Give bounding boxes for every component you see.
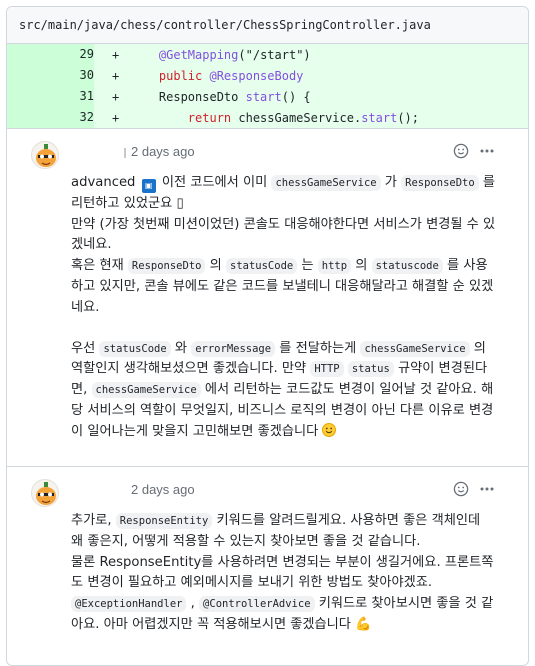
- inline-code: ResponseDto: [127, 258, 206, 275]
- inline-code: ResponseDto: [401, 175, 479, 191]
- file-path-header: src/main/java/chess/controller/ChessSpri…: [7, 7, 528, 44]
- code-content: public @ResponseBody: [130, 68, 304, 83]
- comment-actions: [452, 480, 496, 498]
- comment-body: 추가로, ResponseEntity 키워드를 알려드릴게요. 사용하면 좋은…: [23, 511, 512, 636]
- code-token: start: [361, 110, 398, 125]
- inline-code: status: [347, 361, 394, 378]
- text: 우선: [71, 340, 100, 356]
- text: ,: [186, 596, 200, 612]
- diff-line: 30 + public @ResponseBody: [7, 65, 528, 86]
- text: 물론 ResponseEntity를 사용하려면 변경되는 부분이 생길거에요.…: [71, 554, 494, 591]
- text: 와: [170, 340, 192, 356]
- addition-marker: +: [112, 47, 120, 62]
- kebab-horizontal-icon[interactable]: [478, 142, 496, 160]
- smiley-icon[interactable]: [452, 142, 470, 160]
- text: 를 전달하는게: [275, 340, 361, 356]
- code-token: return: [187, 110, 239, 125]
- comment-header: 2 days ago: [23, 467, 512, 511]
- comment-body: advanced ▣ 이전 코드에서 이미 chessGameService 가…: [23, 173, 512, 443]
- inline-code: chessGameService: [91, 382, 201, 399]
- placeholder-glyph: ▯: [176, 195, 184, 211]
- line-number[interactable]: 32: [7, 107, 94, 128]
- review-thread-card: src/main/java/chess/controller/ChessSpri…: [6, 6, 529, 666]
- code-token: public: [158, 68, 210, 83]
- text: advanced: [71, 175, 140, 190]
- diff-hunk: 29 + @GetMapping("/start") 30 + public @Res…: [7, 44, 528, 128]
- separator: [124, 148, 126, 158]
- code-content: @GetMapping("/start"): [130, 48, 311, 62]
- file-path[interactable]: src/main/java/chess/controller/ChessSpri…: [19, 18, 431, 32]
- inline-code: @ExceptionHandler: [71, 596, 187, 613]
- comment-timestamp[interactable]: 2 days ago: [131, 482, 195, 497]
- badge-icon: ▣: [141, 179, 156, 193]
- inline-code: statusCode: [226, 258, 298, 275]
- text: 추가로,: [71, 513, 116, 528]
- inline-code: chessGameService: [271, 175, 381, 191]
- diff-line: 32 + return chessGameService.start();: [7, 107, 528, 128]
- comment-paragraph: 추가로, ResponseEntity 키워드를 알려드릴게요. 사용하면 좋은…: [71, 511, 496, 636]
- comment-timestamp[interactable]: 2 days ago: [131, 144, 195, 159]
- code-token: @GetMapping: [158, 47, 239, 62]
- code-token: chessGameService.: [238, 110, 362, 125]
- inline-code: ResponseEntity: [115, 513, 213, 529]
- kebab-horizontal-icon[interactable]: [478, 480, 496, 498]
- text: 의: [351, 258, 372, 274]
- code-content: ResponseDto start() {: [130, 90, 311, 104]
- line-number[interactable]: 31: [7, 86, 94, 107]
- code-token: () {: [281, 89, 311, 104]
- comment-actions: [452, 142, 496, 160]
- line-number[interactable]: 29: [7, 44, 94, 65]
- text: 이전 코드에서 이미: [157, 175, 272, 190]
- inline-code: statuscode: [371, 258, 443, 275]
- code-token: start: [245, 89, 282, 104]
- code-token: @ResponseBody: [209, 68, 304, 83]
- text: 만약 (가장 첫번째 미션이었던) 콘솔도 대응해야한다면 서비스가 변경될 수…: [71, 216, 496, 253]
- smiley-icon[interactable]: [452, 480, 470, 498]
- addition-marker: +: [112, 68, 120, 83]
- comment-thread: 2 days ago advanced ▣ 이전 코드에서 이미 chessGa…: [7, 128, 528, 636]
- comment-paragraph: 우선 statusCode 와 errorMessage 를 전달하는게 che…: [71, 339, 496, 443]
- comment-paragraph: advanced ▣ 이전 코드에서 이미 chessGameService 가…: [71, 173, 496, 319]
- code-token: ("/start"): [238, 47, 311, 62]
- review-comment: 2 days ago advanced ▣ 이전 코드에서 이미 chessGa…: [7, 129, 528, 466]
- inline-code: http: [317, 258, 352, 275]
- diff-line: 29 + @GetMapping("/start"): [7, 44, 528, 65]
- author-name-redacted: [71, 147, 119, 159]
- inline-code: @ControllerAdvice: [199, 596, 315, 613]
- addition-marker: +: [112, 89, 120, 104]
- avatar[interactable]: [31, 479, 59, 507]
- inline-code: chessGameService: [360, 340, 470, 357]
- review-comment: 2 days ago 추가로, ResponseEntity 키워드를 알려드릴…: [7, 467, 528, 636]
- author-name-redacted: [71, 485, 119, 497]
- text: 는: [297, 258, 318, 274]
- comment-header: 2 days ago: [23, 129, 512, 173]
- line-number[interactable]: 30: [7, 65, 94, 86]
- code-content: return chessGameService.start();: [130, 111, 419, 125]
- flexed-biceps-emoji: 💪: [355, 616, 372, 632]
- inline-code: statusCode: [99, 340, 171, 357]
- code-token: ResponseDto: [158, 89, 246, 104]
- addition-marker: +: [112, 110, 120, 125]
- smiling-face-emoji: [322, 422, 337, 437]
- inline-code: errorMessage: [191, 340, 276, 357]
- inline-code: HTTP: [310, 361, 344, 378]
- diff-line: 31 + ResponseDto start() {: [7, 86, 528, 107]
- text: 혹은 현재: [71, 258, 128, 274]
- avatar[interactable]: [31, 141, 59, 169]
- code-token: ();: [397, 110, 420, 125]
- text: 의: [205, 258, 226, 274]
- text: 가: [380, 175, 402, 190]
